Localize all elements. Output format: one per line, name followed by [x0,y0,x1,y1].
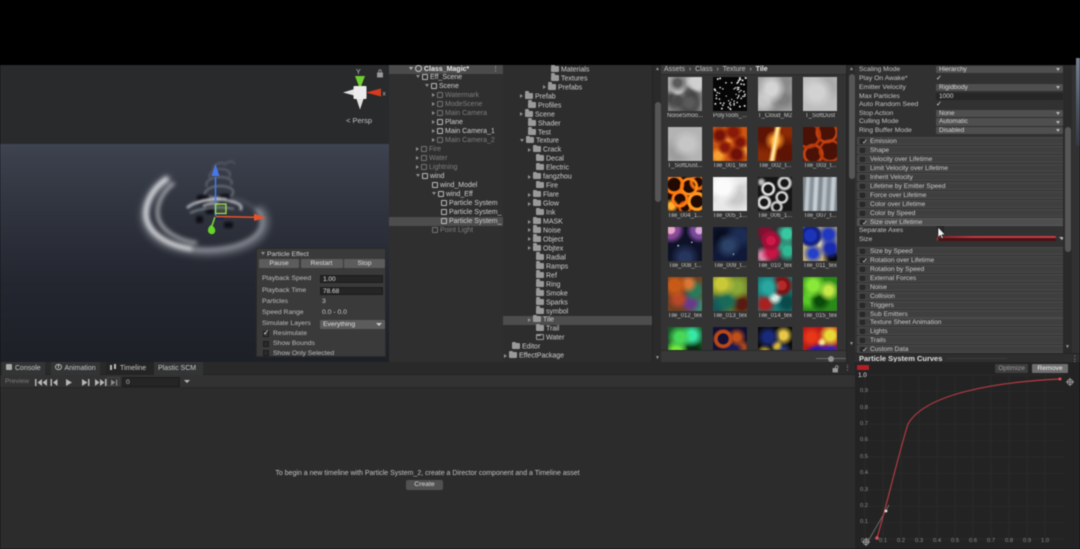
svg-text:Y: Y [356,69,361,76]
svg-text:x: x [383,92,387,98]
